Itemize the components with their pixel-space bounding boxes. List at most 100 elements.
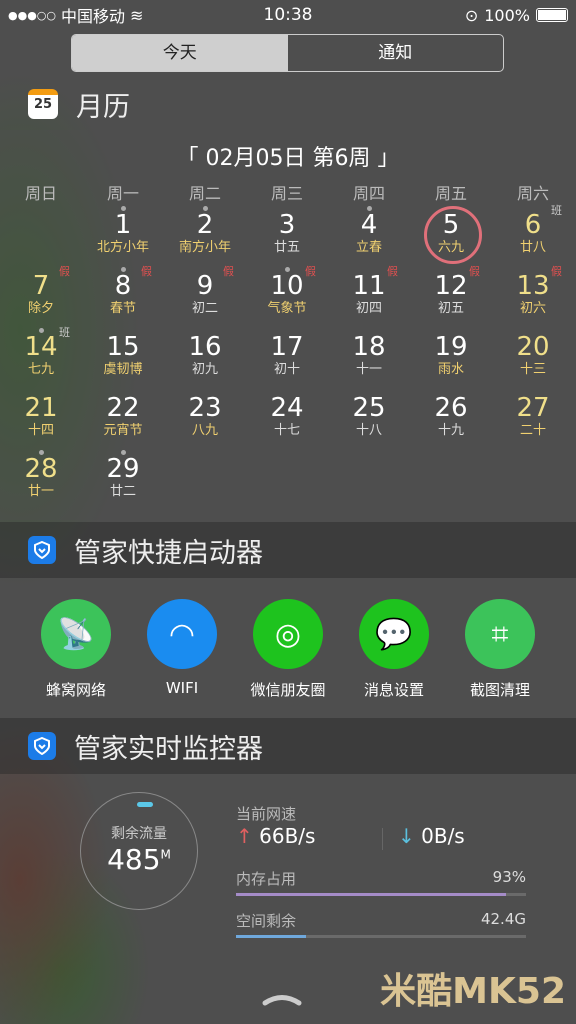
calendar-day[interactable]: 假 8 春节	[82, 261, 164, 321]
calendar-day[interactable]: 17 初十	[246, 322, 328, 382]
calendar-day[interactable]: 28 廿一	[0, 444, 82, 504]
calendar-day[interactable]: 假 11 初四	[328, 261, 410, 321]
event-dot	[285, 267, 290, 272]
clock: 10:38	[263, 5, 313, 25]
day-number: 20	[516, 332, 550, 362]
calendar-day[interactable]: 假 13 初六	[492, 261, 574, 321]
calendar-day[interactable]: 27 二十	[492, 383, 574, 443]
calendar-day[interactable]: 假 7 除夕	[0, 261, 82, 321]
lunar-label: 十三	[519, 362, 546, 377]
day-number: 15	[106, 332, 140, 362]
calendar-day[interactable]: 23 八九	[164, 383, 246, 443]
day-number: 18	[352, 332, 386, 362]
day-number: 17	[270, 332, 304, 362]
calendar-date-title[interactable]: 「 02月05日 第6周 」	[0, 140, 576, 172]
lunar-label: 南方小年	[178, 240, 231, 255]
calendar-day[interactable]: 15 虞韧博	[82, 322, 164, 382]
day-badge: 班	[551, 204, 562, 217]
app-label: 截图清理	[469, 681, 530, 699]
calendar-day[interactable]: 班 6 廿八	[492, 200, 574, 260]
weekday-header: 周日	[24, 184, 57, 203]
day-number: 23	[188, 393, 222, 423]
lunar-label: 廿一	[27, 484, 54, 499]
lunar-label: 雨水	[437, 362, 464, 377]
lunar-label: 元宵节	[103, 423, 143, 438]
calendar-day[interactable]: 假 12 初五	[410, 261, 492, 321]
data-remaining-label: 剩余流量	[111, 826, 167, 842]
day-number: 21	[24, 393, 58, 423]
widget-title: 管家快捷启动器	[74, 537, 263, 569]
app-label: 蜂窝网络	[45, 681, 106, 699]
grabber-handle[interactable]	[262, 992, 302, 1006]
day-badge: 假	[141, 265, 152, 278]
day-number: 26	[434, 393, 468, 423]
shield-icon	[28, 732, 56, 760]
calendar-day[interactable]: 25 十八	[328, 383, 410, 443]
day-badge: 班	[59, 326, 70, 339]
event-dot	[121, 206, 126, 211]
lunar-label: 廿八	[519, 240, 546, 255]
lunar-label: 初四	[355, 301, 382, 316]
widget-title: 月历	[76, 91, 130, 123]
download-speed: 0B/s	[421, 824, 465, 848]
lunar-label: 初九	[191, 362, 218, 377]
event-dot	[39, 328, 44, 333]
calendar-day[interactable]: 假 10 气象节	[246, 261, 328, 321]
crop-icon: ⌗	[465, 599, 535, 669]
day-number: 16	[188, 332, 222, 362]
watermark: 米酷MK52	[380, 971, 566, 1012]
memory-label: 内存占用	[236, 870, 297, 888]
data-remaining-gauge[interactable]: 剩余流量 485M	[80, 792, 198, 910]
calendar-day[interactable]: 16 初九	[164, 322, 246, 382]
tab-notifications[interactable]: 通知	[288, 35, 504, 71]
calendar-day[interactable]: 5 六九	[410, 200, 492, 260]
calendar-day[interactable]: 24 十七	[246, 383, 328, 443]
lunar-label: 除夕	[27, 301, 54, 316]
launcher-app[interactable]: 💬 消息设置	[341, 599, 447, 700]
wechat-icon: 💬	[359, 599, 429, 669]
monitor-widget-header[interactable]: 管家实时监控器	[0, 718, 576, 774]
memory-bar	[236, 893, 526, 896]
lunar-label: 春节	[109, 301, 136, 316]
calendar-day[interactable]: 29 廿二	[82, 444, 164, 504]
calendar-day[interactable]: 2 南方小年	[164, 200, 246, 260]
day-number: 27	[516, 393, 550, 423]
calendar-day[interactable]: 18 十一	[328, 322, 410, 382]
calendar-day[interactable]: 19 雨水	[410, 322, 492, 382]
up-arrow-icon: ↑	[236, 824, 253, 848]
cellular-tower-icon: 📡	[41, 599, 111, 669]
day-number: 28	[24, 454, 58, 484]
divider	[382, 828, 383, 850]
lunar-label: 廿五	[273, 240, 300, 255]
calendar-widget-header[interactable]: 25 月历	[0, 84, 576, 124]
calendar-day[interactable]: 22 元宵节	[82, 383, 164, 443]
calendar-day[interactable]: 21 十四	[0, 383, 82, 443]
camera-shutter-icon: ◎	[253, 599, 323, 669]
calendar-day[interactable]: 1 北方小年	[82, 200, 164, 260]
launcher-app[interactable]: ◠ WIFI	[129, 599, 235, 697]
storage-value: 42.4G	[480, 910, 526, 928]
calendar-day[interactable]: 3 廿五	[246, 200, 328, 260]
data-unit: M	[160, 847, 171, 862]
launcher-app[interactable]: 📡 蜂窝网络	[23, 599, 129, 700]
down-arrow-icon: ↓	[398, 824, 415, 848]
launcher-widget-header[interactable]: 管家快捷启动器	[0, 522, 576, 578]
calendar-app-icon: 25	[28, 89, 58, 119]
launcher-app[interactable]: ⌗ 截图清理	[447, 599, 553, 700]
app-label: 微信朋友圈	[250, 681, 326, 699]
day-number: 5	[442, 210, 460, 240]
calendar-day[interactable]: 26 十九	[410, 383, 492, 443]
lunar-label: 立春	[355, 240, 382, 255]
calendar-day[interactable]: 假 9 初二	[164, 261, 246, 321]
tab-today[interactable]: 今天	[72, 35, 288, 71]
segmented-control: 今天 通知	[71, 34, 504, 72]
day-badge: 假	[59, 265, 70, 278]
calendar-day[interactable]: 4 立春	[328, 200, 410, 260]
calendar-day[interactable]: 20 十三	[492, 322, 574, 382]
day-badge: 假	[387, 265, 398, 278]
day-number: 25	[352, 393, 386, 423]
calendar-day[interactable]: 班 14 七九	[0, 322, 82, 382]
day-number: 19	[434, 332, 468, 362]
launcher-app[interactable]: ◎ 微信朋友圈	[235, 599, 341, 700]
lunar-label: 十九	[437, 423, 464, 438]
